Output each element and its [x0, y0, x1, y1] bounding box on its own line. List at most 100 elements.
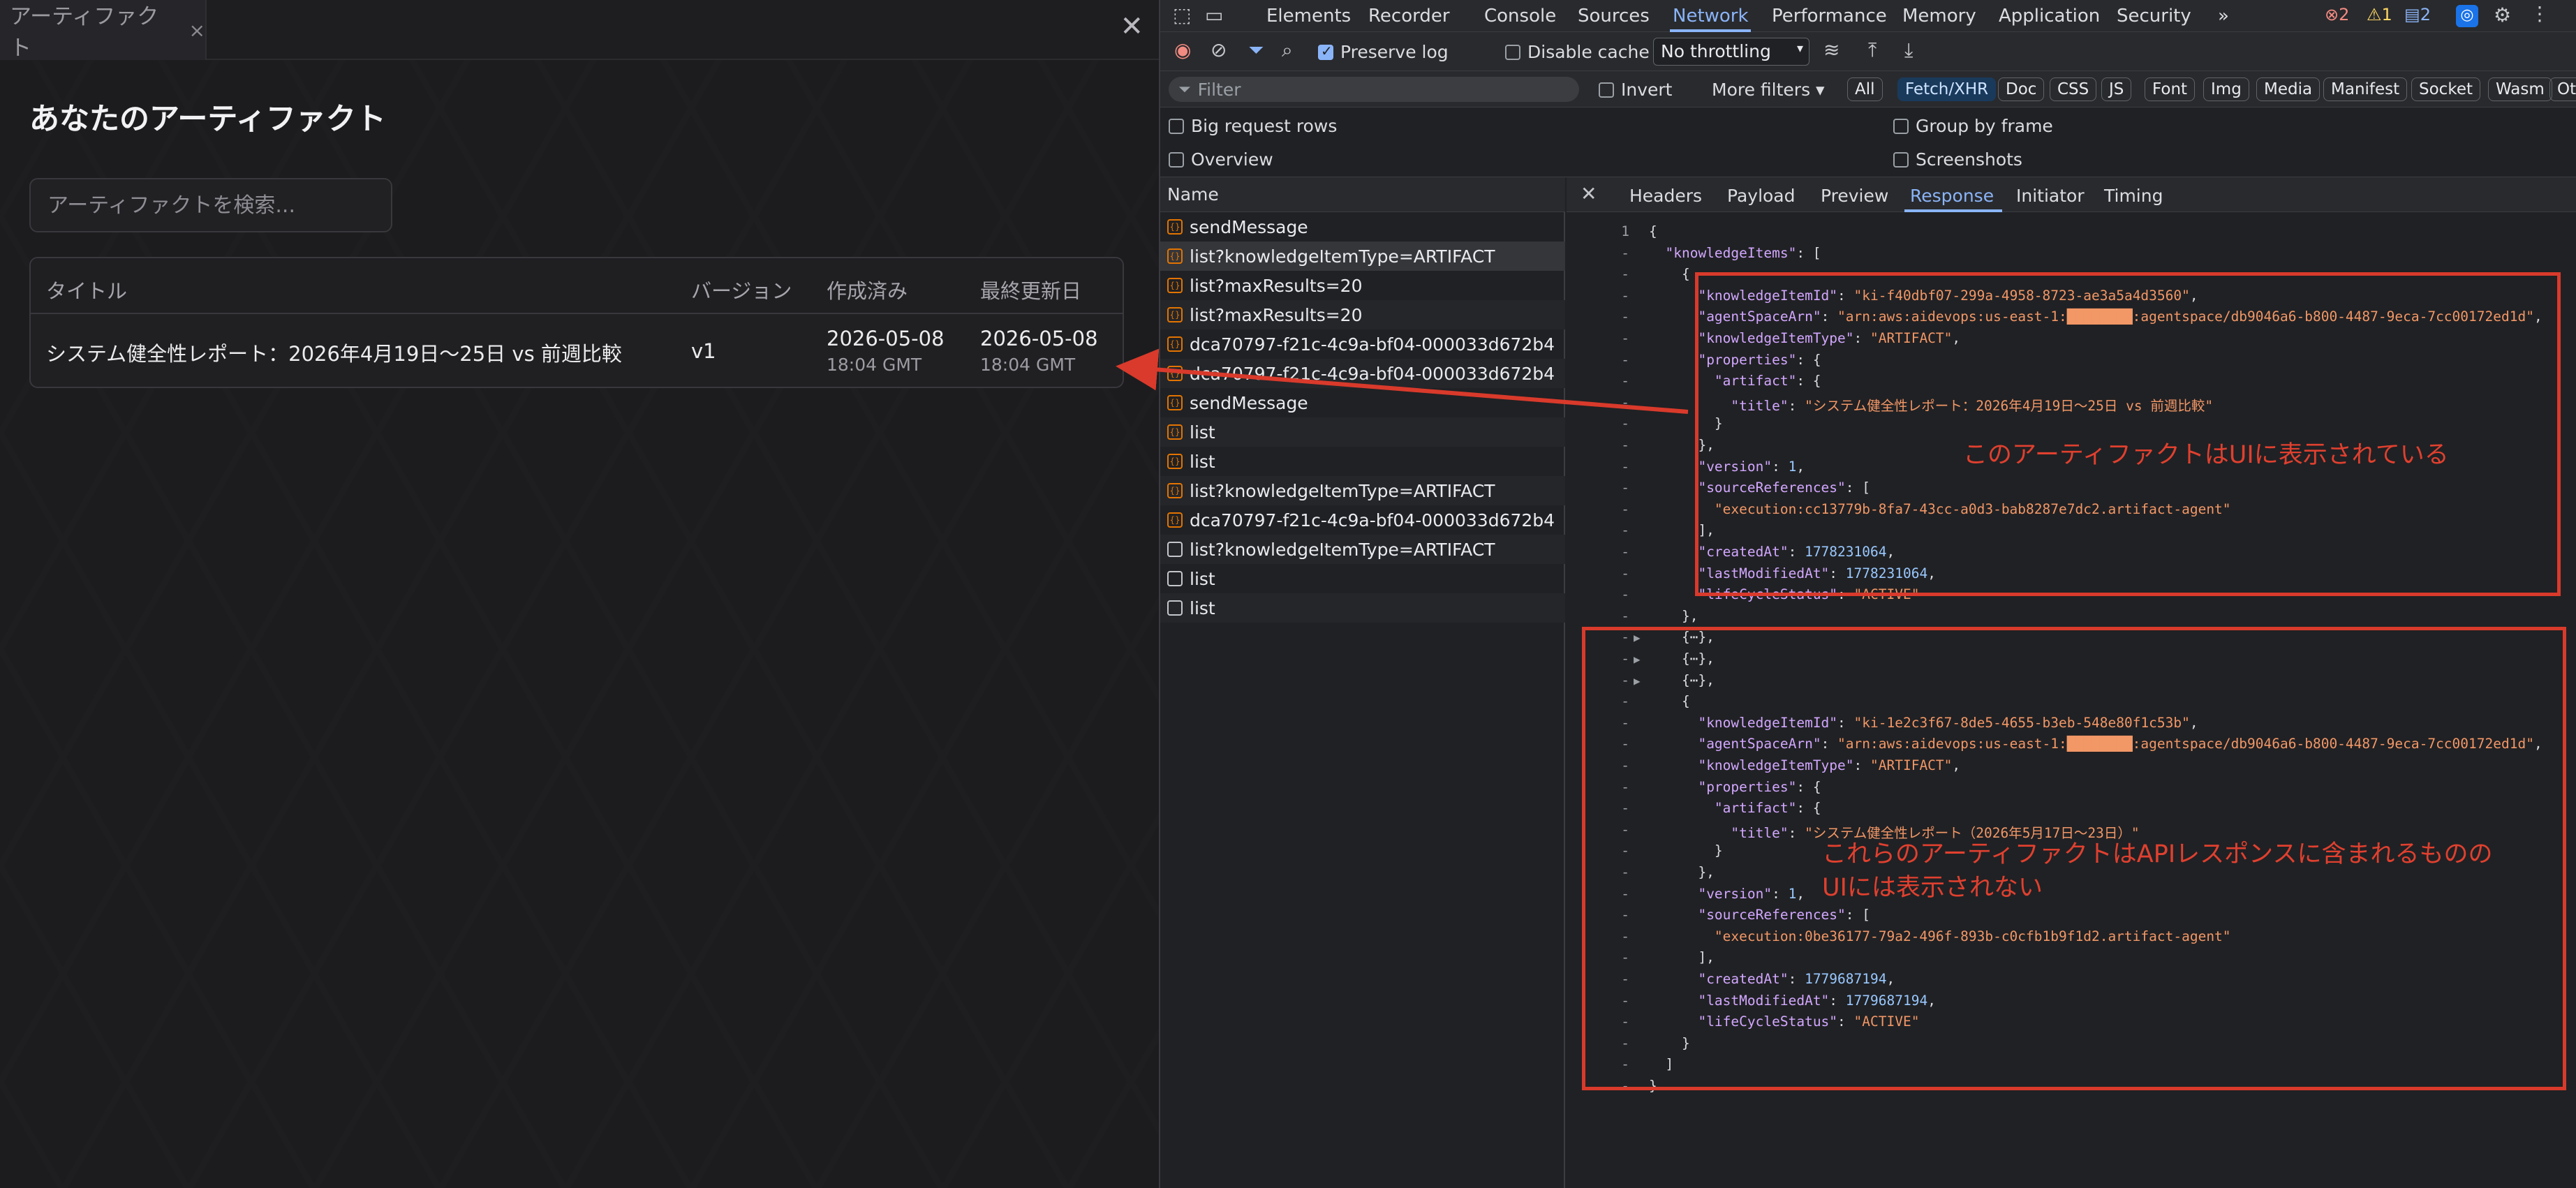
tab-network[interactable]: Network — [1673, 6, 1749, 27]
filter-input[interactable]: ⏷ Filter — [1169, 77, 1579, 102]
chip-manifest[interactable]: Manifest — [2323, 77, 2408, 101]
tab-payload[interactable]: Payload — [1727, 186, 1796, 206]
checkbox-box[interactable] — [1169, 118, 1184, 134]
chip-js[interactable]: JS — [2101, 77, 2132, 101]
tab-artifacts[interactable]: アーティファクト × — [0, 0, 207, 61]
clear-icon[interactable]: ⊘ — [1211, 40, 1227, 60]
chip-all[interactable]: All — [1847, 77, 1883, 101]
export-har-icon[interactable]: ⤓ — [1904, 40, 1913, 60]
tab-close-icon[interactable]: × — [189, 19, 205, 42]
row-version: v1 — [691, 339, 716, 363]
chip-img[interactable]: Img — [2203, 77, 2249, 101]
chip-socket[interactable]: Socket — [2411, 77, 2480, 101]
request-row[interactable]: list — [1160, 564, 1565, 593]
json-line: - }, — [1567, 608, 2576, 629]
name-column-header[interactable]: Name — [1160, 177, 1565, 212]
request-row[interactable]: {} sendMessage — [1160, 388, 1565, 417]
tab-recorder[interactable]: Recorder — [1368, 6, 1450, 27]
ai-assistance-icon[interactable]: ◎ — [2456, 5, 2478, 27]
request-row[interactable]: {} list — [1160, 447, 1565, 476]
big-request-rows-checkbox[interactable]: Big request rows — [1169, 116, 1337, 136]
artifact-search-input[interactable] — [29, 178, 392, 232]
checkbox-box[interactable] — [1893, 151, 1909, 168]
chip-wasm[interactable]: Wasm — [2488, 77, 2552, 101]
request-name: list — [1190, 422, 1215, 443]
request-row[interactable]: {} dca70797-f21c-4c9a-bf04-000033d672b4 — [1160, 505, 1565, 535]
preserve-log-label: Preserve log — [1340, 42, 1449, 62]
shown-artifact-highlight — [1695, 272, 2561, 596]
screenshots-checkbox[interactable]: Screenshots — [1893, 149, 2022, 170]
checkbox-box[interactable] — [1599, 82, 1614, 98]
artifact-app-panel: アーティファクト × ✕ あなたのアーティファクト タイトル バージョン 作成済… — [0, 0, 1159, 1188]
search-icon[interactable]: ⌕ — [1282, 40, 1293, 60]
request-row[interactable]: {} list?maxResults=20 — [1160, 300, 1565, 329]
tab-performance[interactable]: Performance — [1772, 6, 1887, 27]
request-row[interactable]: {} list?knowledgeItemType=ARTIFACT — [1160, 476, 1565, 505]
request-row[interactable]: {} list?maxResults=20 — [1160, 271, 1565, 300]
checkbox-box[interactable] — [1893, 118, 1909, 134]
tab-elements[interactable]: Elements — [1266, 6, 1351, 27]
tab-initiator[interactable]: Initiator — [2016, 186, 2085, 206]
more-tabs-icon[interactable]: » — [2218, 6, 2229, 27]
row-title[interactable]: システム健全性レポート：2026年4月19日〜25日 vs 前週比較 — [46, 338, 622, 367]
preserve-log-checkbox[interactable]: Preserve log — [1318, 42, 1449, 62]
tab-preview[interactable]: Preview — [1821, 186, 1888, 206]
overview-checkbox[interactable]: Overview — [1169, 149, 1273, 170]
import-har-icon[interactable]: ⤒ — [1868, 40, 1877, 60]
request-row[interactable]: list?knowledgeItemType=ARTIFACT — [1160, 535, 1565, 564]
panel-close-icon[interactable]: ✕ — [1120, 13, 1143, 40]
request-row[interactable]: {} sendMessage — [1160, 212, 1565, 242]
chip-css[interactable]: CSS — [2050, 77, 2097, 101]
line-gutter: - — [1621, 330, 1629, 346]
header-title[interactable]: タイトル — [46, 275, 127, 304]
table-row[interactable]: システム健全性レポート：2026年4月19日〜25日 vs 前週比較 v1 20… — [31, 315, 1123, 387]
request-row[interactable]: {} dca70797-f21c-4c9a-bf04-000033d672b4 — [1160, 359, 1565, 388]
chip-font[interactable]: Font — [2145, 77, 2196, 101]
request-row[interactable]: {} dca70797-f21c-4c9a-bf04-000033d672b4 — [1160, 329, 1565, 359]
checkbox-box[interactable] — [1318, 43, 1333, 60]
tab-headers[interactable]: Headers — [1629, 186, 1702, 206]
record-stop-icon[interactable]: ◉ — [1174, 40, 1191, 60]
request-row[interactable]: {} list?knowledgeItemType=ARTIFACT — [1160, 242, 1565, 271]
filter-funnel-icon[interactable]: ⏷ — [1248, 40, 1264, 60]
header-version[interactable]: バージョン — [691, 275, 792, 304]
request-list: Name {} sendMessage {} list?knowledgeItemTy… — [1160, 177, 1565, 1188]
tab-memory[interactable]: Memory — [1902, 6, 1976, 27]
request-row[interactable]: {} list — [1160, 417, 1565, 447]
line-gutter: - — [1621, 522, 1629, 539]
request-name: list — [1190, 568, 1215, 589]
chip-media[interactable]: Media — [2256, 77, 2320, 101]
tab-timing[interactable]: Timing — [2104, 186, 2163, 206]
settings-gear-icon[interactable]: ⚙ — [2494, 6, 2511, 25]
request-name: list?knowledgeItemType=ARTIFACT — [1190, 539, 1495, 560]
response-tab-bar: ✕ Headers Payload Preview Response Initi… — [1567, 177, 2576, 212]
more-options-icon[interactable]: ⋮ — [2530, 4, 2549, 24]
tab-sources[interactable]: Sources — [1578, 6, 1650, 27]
chip-other[interactable]: Oth — [2549, 77, 2576, 101]
request-row[interactable]: list — [1160, 593, 1565, 623]
checkbox-box[interactable] — [1169, 151, 1184, 168]
chip-doc[interactable]: Doc — [1998, 77, 2045, 101]
warning-count-icon[interactable]: ⚠1 — [2367, 6, 2392, 23]
tab-application[interactable]: Application — [1999, 6, 2100, 27]
chip-fetch-xhr[interactable]: Fetch/XHR — [1897, 77, 1997, 101]
inspect-element-icon[interactable]: ⬚ — [1173, 6, 1191, 25]
header-created[interactable]: 作成済み — [827, 275, 908, 304]
device-toolbar-icon[interactable]: ▭ — [1205, 6, 1223, 25]
error-count-icon[interactable]: ⊗2 — [2325, 6, 2349, 23]
group-by-frame-checkbox[interactable]: Group by frame — [1893, 116, 2053, 136]
tab-security[interactable]: Security — [2117, 6, 2191, 27]
tab-response[interactable]: Response — [1910, 186, 1994, 206]
invert-checkbox[interactable]: Invert — [1599, 80, 1672, 100]
header-modified[interactable]: 最終更新日 — [980, 275, 1081, 304]
message-count-icon[interactable]: ▤2 — [2404, 6, 2431, 23]
throttling-select[interactable]: No throttling ▾ — [1653, 38, 1809, 66]
disable-cache-checkbox[interactable]: Disable cache — [1505, 42, 1650, 62]
tab-console[interactable]: Console — [1484, 6, 1556, 27]
network-conditions-icon[interactable]: ≋ — [1823, 40, 1840, 60]
xhr-icon: {} — [1167, 395, 1183, 410]
close-details-icon[interactable]: ✕ — [1581, 184, 1597, 204]
more-filters-button[interactable]: More filters ▾ — [1712, 80, 1825, 100]
checkbox-box[interactable] — [1505, 44, 1520, 60]
request-name: list — [1190, 597, 1215, 618]
